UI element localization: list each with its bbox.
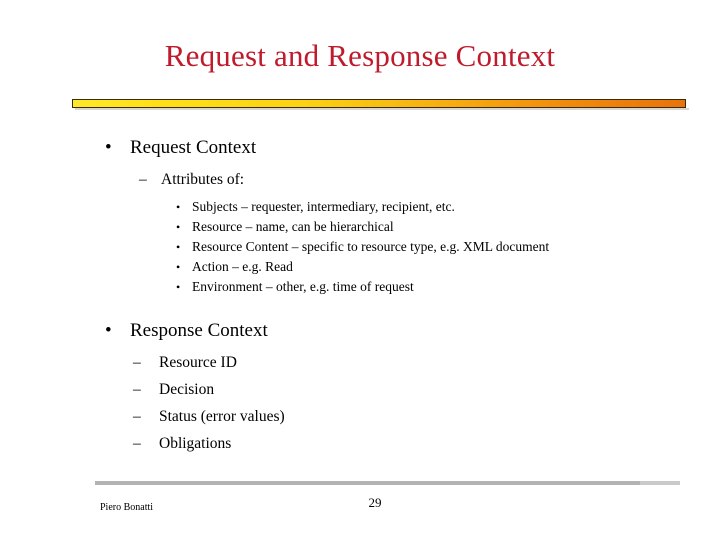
page-number: 29 [368, 495, 382, 510]
bullet-attributes-of: – Attributes of: [0, 168, 720, 191]
bullet-environment: • Environment – other, e.g. time of requ… [0, 277, 720, 297]
bullet-decision: – Decision [0, 376, 720, 403]
dash-marker: – [139, 171, 147, 188]
title-rule-shadow [75, 108, 689, 110]
slide-body: • Request Context – Attributes of: • Sub… [0, 134, 720, 457]
bullet-obligations: – Obligations [0, 430, 720, 457]
bullet-text: Resource – name, can be hierarchical [192, 219, 394, 234]
bullet-resource-content: • Resource Content – specific to resourc… [0, 237, 720, 257]
bullet-resource-id: – Resource ID [0, 349, 720, 376]
bullet-text: Resource Content – specific to resource … [192, 239, 550, 254]
footer-divider [95, 481, 680, 485]
bullet-text: Obligations [159, 435, 232, 452]
dash-marker: – [133, 381, 141, 398]
bullet-marker: • [105, 137, 112, 158]
bullet-text: Resource ID [159, 354, 237, 371]
dash-marker: – [133, 408, 141, 425]
bullet-status: – Status (error values) [0, 403, 720, 430]
bullet-subjects: • Subjects – requester, intermediary, re… [0, 197, 720, 217]
bullet-request-context: • Request Context [0, 134, 720, 161]
footer-author: Piero Bonatti [100, 502, 154, 513]
bullet-text: Decision [159, 381, 215, 398]
bullet-marker: • [176, 220, 181, 234]
bullet-resource: • Resource – name, can be hierarchical [0, 217, 720, 237]
bullet-text: Attributes of: [161, 171, 245, 188]
bullet-marker: • [176, 200, 181, 214]
footer-divider-highlight [640, 481, 680, 485]
bullet-marker: • [176, 240, 181, 254]
bullet-text: Request Context [130, 137, 257, 158]
bullet-marker: • [176, 260, 181, 274]
bullet-action: • Action – e.g. Read [0, 257, 720, 277]
bullet-text: Environment – other, e.g. time of reques… [192, 279, 414, 294]
slide-title: Request and Response Context [164, 38, 556, 73]
dash-marker: – [133, 354, 141, 371]
bullet-marker: • [105, 320, 112, 341]
bullet-text: Subjects – requester, intermediary, reci… [192, 199, 455, 214]
dash-marker: – [133, 435, 141, 452]
bullet-marker: • [176, 280, 181, 294]
bullet-text: Response Context [130, 320, 268, 341]
title-divider-bar [72, 99, 686, 108]
bullet-text: Status (error values) [159, 408, 285, 425]
bullet-text: Action – e.g. Read [192, 259, 293, 274]
presentation-slide: Request and Response Context • Request C… [0, 0, 720, 540]
bullet-response-context: • Response Context [0, 317, 720, 344]
